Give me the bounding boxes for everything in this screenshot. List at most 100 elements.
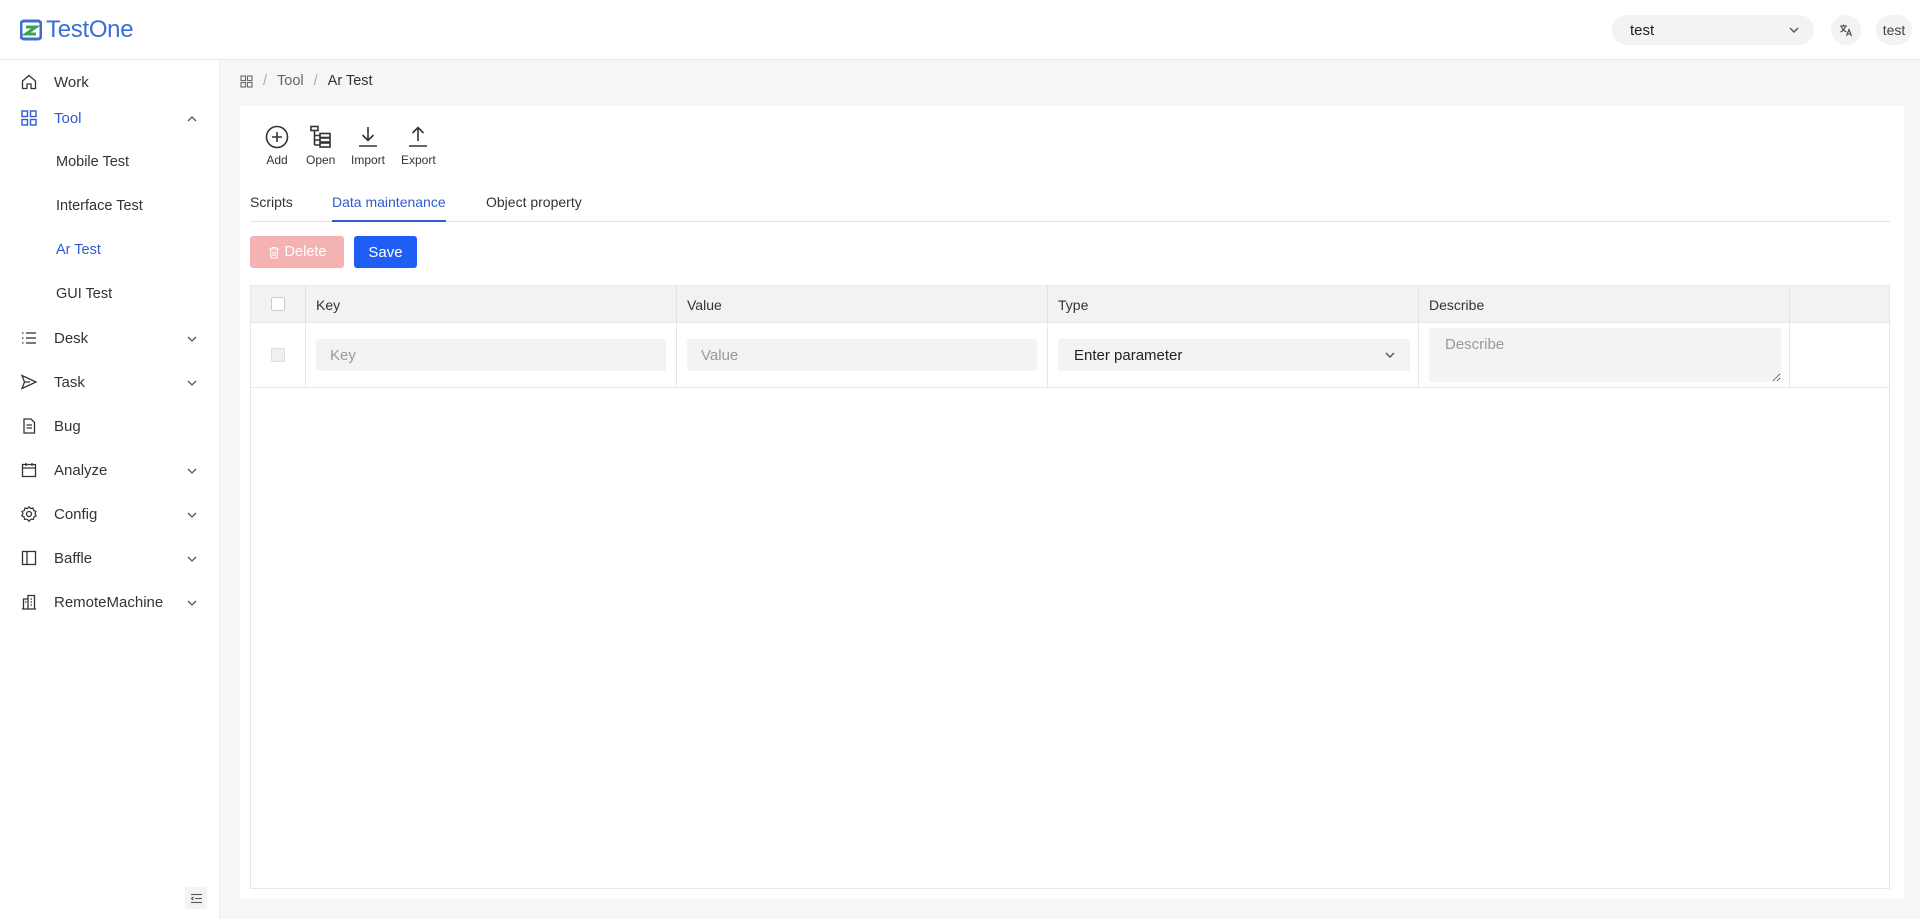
save-button[interactable]: Save	[354, 236, 417, 268]
delete-button[interactable]: Delete	[250, 236, 344, 268]
row-select-cell	[251, 323, 306, 388]
breadcrumb: / Tool / Ar Test	[240, 73, 373, 89]
open-button-label: Open	[306, 153, 336, 167]
sidebar-item-label: Bug	[54, 417, 81, 435]
sidebar-item-baffle[interactable]: Baffle	[0, 536, 220, 580]
sidebar-subitem-label: Mobile Test	[56, 154, 130, 170]
tree-icon	[309, 125, 331, 148]
sidebar-item-label: Tool	[54, 109, 82, 127]
sidebar-item-label: Desk	[54, 329, 89, 347]
chevron-down-icon	[1789, 27, 1799, 33]
list-icon	[22, 332, 36, 344]
sidebar-item-desk[interactable]: Desk	[0, 316, 220, 360]
column-header-describe: Describe	[1419, 286, 1790, 323]
add-button-label: Add	[266, 153, 288, 167]
grid-icon	[21, 110, 37, 126]
sidebar-item-task[interactable]: Task	[0, 360, 220, 404]
import-button[interactable]: Import	[351, 124, 385, 167]
tab-data-maintenance[interactable]: Data maintenance	[332, 194, 446, 222]
sidebar-item-tool[interactable]: Tool	[0, 96, 220, 140]
building-icon	[22, 594, 36, 610]
select-all-checkbox[interactable]	[271, 297, 285, 311]
sidebar-item-remotemachine[interactable]: RemoteMachine	[0, 580, 220, 624]
key-input[interactable]	[316, 339, 666, 371]
add-circle-icon	[265, 125, 289, 149]
trash-icon	[268, 246, 279, 259]
export-button-label: Export	[401, 153, 436, 167]
app-name: TestOne	[46, 16, 134, 43]
send-icon	[20, 374, 38, 390]
key-cell	[306, 323, 677, 388]
column-header-actions	[1790, 286, 1889, 323]
type-select[interactable]: Enter parameter	[1058, 339, 1410, 371]
header-select-cell	[251, 286, 306, 323]
delete-button-label: Delete	[284, 244, 327, 260]
sidebar-item-label: Work	[54, 73, 89, 91]
breadcrumb-separator: /	[313, 73, 318, 89]
breadcrumb-separator: /	[263, 73, 268, 89]
project-select-value: test	[1630, 21, 1655, 39]
sidebar-subitem-label: GUI Test	[56, 286, 113, 302]
app-logo[interactable]: TestOne	[20, 16, 134, 44]
data-table: Key Value Type Describe Enter parameter	[250, 285, 1890, 889]
user-menu[interactable]: test	[1876, 15, 1912, 45]
sidebar-subitem-interface-test[interactable]: Interface Test	[0, 184, 220, 228]
translate-icon	[1840, 24, 1853, 37]
table-header: Key Value Type Describe	[251, 286, 1889, 323]
document-icon	[23, 418, 36, 434]
sidebar-item-label: Baffle	[54, 549, 93, 567]
sidebar-item-label: RemoteMachine	[54, 593, 164, 611]
chevron-down-icon	[187, 600, 197, 606]
add-button[interactable]: Add	[264, 124, 290, 167]
value-input[interactable]	[687, 339, 1037, 371]
chevron-down-icon	[187, 336, 197, 342]
describe-textarea[interactable]	[1429, 328, 1781, 382]
chevron-down-icon	[1385, 352, 1395, 358]
sidebar-subitem-label: Ar Test	[56, 242, 101, 258]
calendar-icon	[21, 463, 37, 478]
sidebar: Work Tool Mobile Test Interface Test Ar …	[0, 60, 220, 919]
sidebar-item-config[interactable]: Config	[0, 492, 220, 536]
row-checkbox[interactable]	[271, 348, 285, 362]
column-header-key: Key	[306, 286, 677, 323]
language-button[interactable]	[1831, 15, 1861, 45]
home-icon	[21, 74, 37, 90]
collapse-icon	[190, 893, 202, 903]
open-button[interactable]: Open	[306, 124, 335, 167]
tab-bar: Scripts Data maintenance Object property	[250, 190, 1890, 222]
project-select[interactable]: test	[1612, 15, 1814, 45]
sidebar-subitem-gui-test[interactable]: GUI Test	[0, 272, 220, 316]
sidebar-item-label: Config	[54, 505, 98, 523]
sidebar-subitem-label: Interface Test	[56, 198, 143, 214]
tab-object-property[interactable]: Object property	[486, 194, 582, 222]
panel-icon	[21, 550, 37, 566]
sidebar-subitem-ar-test[interactable]: Ar Test	[0, 228, 220, 272]
download-icon	[359, 127, 377, 147]
upload-icon	[409, 126, 428, 147]
type-cell: Enter parameter	[1048, 323, 1419, 388]
sidebar-item-bug[interactable]: Bug	[0, 404, 220, 448]
chevron-down-icon	[187, 556, 197, 562]
export-button[interactable]: Export	[401, 124, 436, 167]
sidebar-item-label: Task	[54, 373, 85, 391]
type-select-value: Enter parameter	[1074, 346, 1183, 364]
table-row: Enter parameter	[251, 323, 1889, 388]
breadcrumb-item-current: Ar Test	[327, 73, 373, 89]
sidebar-item-analyze[interactable]: Analyze	[0, 448, 220, 492]
chevron-up-icon	[187, 116, 197, 122]
chevron-down-icon	[187, 512, 197, 518]
tab-scripts[interactable]: Scripts	[250, 194, 293, 222]
grid-icon[interactable]	[240, 74, 253, 88]
import-button-label: Import	[351, 153, 386, 167]
chevron-down-icon	[187, 380, 197, 386]
gear-icon	[20, 505, 38, 523]
sidebar-item-label: Analyze	[54, 461, 108, 479]
column-header-value: Value	[677, 286, 1048, 323]
sidebar-collapse-button[interactable]	[185, 887, 207, 909]
top-header: TestOne test test	[0, 0, 1920, 60]
column-header-type: Type	[1048, 286, 1419, 323]
sidebar-subitem-mobile-test[interactable]: Mobile Test	[0, 140, 220, 184]
breadcrumb-item-tool[interactable]: Tool	[277, 73, 304, 89]
actions-cell	[1790, 323, 1889, 388]
value-cell	[677, 323, 1048, 388]
